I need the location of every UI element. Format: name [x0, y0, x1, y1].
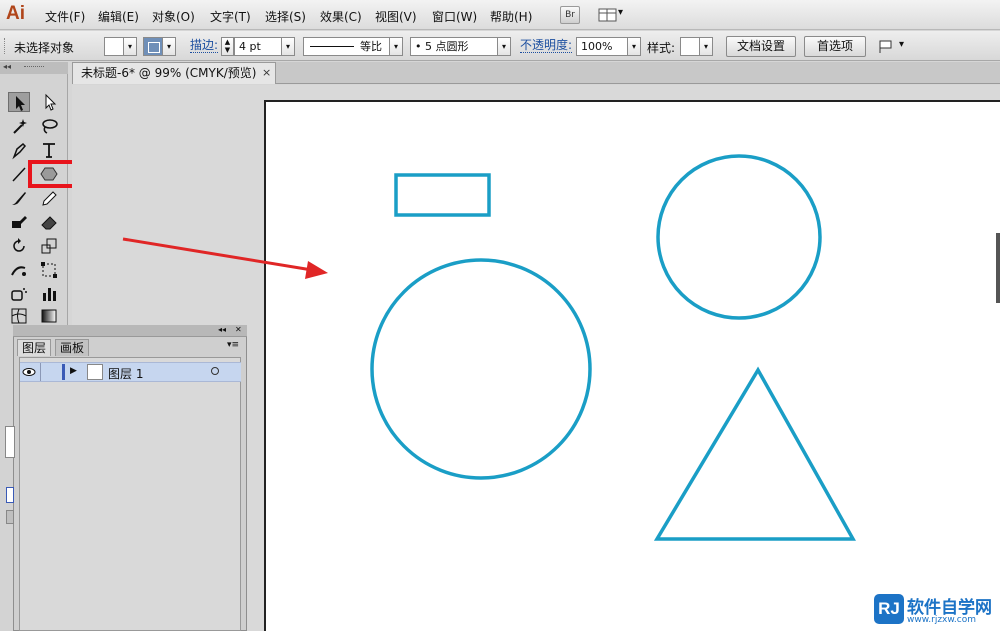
- lock-column-divider: [40, 363, 41, 381]
- watermark-logo: RJ: [874, 594, 904, 624]
- red-arrow: [122, 237, 328, 279]
- small-circle-shape[interactable]: [656, 154, 822, 320]
- panel-menu-icon[interactable]: ▾≡: [227, 340, 239, 350]
- hidden-panel-control: [6, 510, 14, 524]
- lock-toggle[interactable]: [42, 363, 62, 381]
- hidden-panel-control: [6, 487, 14, 503]
- target-icon[interactable]: [211, 367, 219, 375]
- watermark-url: www.rjzxw.com: [907, 615, 976, 625]
- panel-collapse-icon[interactable]: ◂◂: [218, 325, 226, 334]
- layer-color-indicator: [62, 364, 65, 380]
- visibility-toggle[interactable]: [21, 364, 37, 380]
- close-icon[interactable]: ✕: [235, 325, 242, 334]
- layers-panel-header[interactable]: ◂◂ ✕: [13, 325, 247, 337]
- eye-icon: [22, 368, 36, 376]
- tab-layers[interactable]: 图层: [17, 339, 52, 356]
- layer-thumbnail: [87, 364, 103, 380]
- large-circle-shape[interactable]: [370, 258, 592, 480]
- triangle-shape[interactable]: [653, 366, 856, 541]
- rectangle-shape[interactable]: [394, 173, 491, 217]
- expand-triangle-icon[interactable]: ▶: [70, 366, 77, 376]
- hidden-panel-edge: [5, 426, 15, 458]
- tab-artboards[interactable]: 画板: [55, 339, 90, 356]
- layer-name[interactable]: 图层 1: [108, 365, 143, 382]
- layers-list: [19, 357, 241, 631]
